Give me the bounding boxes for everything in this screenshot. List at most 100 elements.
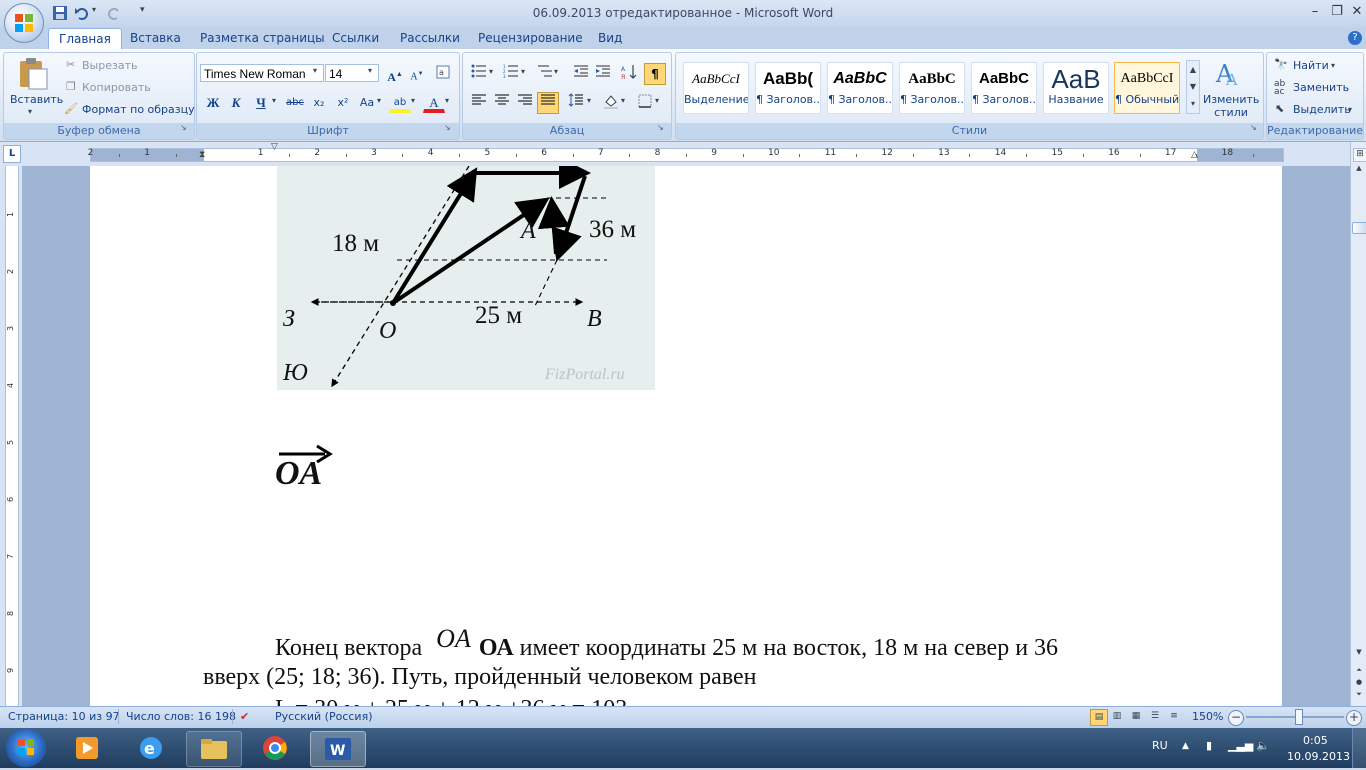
taskbar-chrome[interactable] xyxy=(248,731,302,765)
highlight-button[interactable]: ab xyxy=(389,92,411,113)
paste-button[interactable]: Вставить xyxy=(10,93,63,106)
multilevel-dropdown-icon[interactable]: ▾ xyxy=(554,67,558,76)
show-hidden-icons-icon[interactable]: ▲ xyxy=(1182,741,1189,751)
numbering-dropdown-icon[interactable]: ▾ xyxy=(521,67,525,76)
full-screen-reading-icon[interactable]: ▥ xyxy=(1109,709,1125,724)
vertical-ruler-strip[interactable]: 12345678910 xyxy=(5,166,19,733)
taskbar-word[interactable]: W xyxy=(310,731,366,767)
bullets-icon[interactable] xyxy=(468,63,490,85)
change-styles-icon[interactable]: AA xyxy=(1214,58,1246,89)
help-icon[interactable]: ? xyxy=(1348,31,1362,45)
select-button[interactable]: Выделить xyxy=(1293,103,1351,116)
grow-font-button[interactable]: A▲ xyxy=(384,63,406,85)
tab-references[interactable]: Ссылки xyxy=(332,31,379,47)
font-color-dropdown-icon[interactable]: ▾ xyxy=(445,96,449,105)
style-tile-heading2[interactable]: AaBbC ¶ Заголов... xyxy=(827,62,893,114)
font-name-dropdown-icon[interactable]: ▾ xyxy=(313,66,317,75)
line-spacing-dropdown-icon[interactable]: ▾ xyxy=(587,96,591,105)
align-center-icon[interactable] xyxy=(491,92,513,114)
language-bar[interactable]: RU xyxy=(1152,739,1168,752)
first-line-indent-marker-icon[interactable]: ▽ xyxy=(271,142,278,152)
zoom-in-icon[interactable]: + xyxy=(1346,710,1362,726)
highlight-dropdown-icon[interactable]: ▾ xyxy=(411,96,415,105)
multilevel-list-icon[interactable] xyxy=(534,63,556,85)
zoom-slider-thumb[interactable] xyxy=(1295,709,1303,725)
align-left-icon[interactable] xyxy=(468,92,490,114)
style-tile-heading3[interactable]: AaBbC ¶ Заголов... xyxy=(899,62,965,114)
page-indicator[interactable]: Страница: 10 из 97 xyxy=(8,710,120,723)
styles-gallery-scroll[interactable]: ▲ ▼ ▾ xyxy=(1186,60,1200,114)
vector-oa-equation[interactable]: OA xyxy=(275,443,335,493)
superscript-button[interactable]: x² xyxy=(332,92,354,114)
font-size-dropdown-icon[interactable]: ▾ xyxy=(368,66,372,75)
zoom-level[interactable]: 150% xyxy=(1192,710,1223,723)
show-marks-button[interactable]: ¶ xyxy=(644,63,666,85)
language-indicator[interactable]: Русский (Россия) xyxy=(275,710,373,723)
scroll-down-icon[interactable]: ▼ xyxy=(1353,648,1365,658)
zoom-out-icon[interactable]: − xyxy=(1228,710,1244,726)
style-tile-emphasis[interactable]: AaBbCcI Выделение xyxy=(683,62,749,114)
underline-button[interactable]: Ч xyxy=(250,92,272,114)
justify-icon[interactable] xyxy=(537,92,559,114)
battery-icon[interactable]: ▮ xyxy=(1206,739,1212,752)
paragraph-launcher-icon[interactable]: ↘ xyxy=(657,123,664,132)
volume-icon[interactable]: 🔈 xyxy=(1256,739,1270,752)
taskbar-internet-explorer[interactable]: e xyxy=(124,731,178,765)
next-page-icon[interactable]: ⏷ xyxy=(1353,690,1365,700)
copy-button[interactable]: Копировать xyxy=(82,81,151,94)
change-case-dropdown-icon[interactable]: ▾ xyxy=(377,96,381,105)
ruler-toggle-icon[interactable]: ⊞ xyxy=(1353,148,1366,162)
clipboard-launcher-icon[interactable]: ↘ xyxy=(180,123,187,132)
find-dropdown-icon[interactable]: ▾ xyxy=(1331,61,1335,70)
borders-dropdown-icon[interactable]: ▾ xyxy=(655,96,659,105)
tab-mailings[interactable]: Рассылки xyxy=(400,31,460,47)
select-dropdown-icon[interactable]: ▾ xyxy=(1348,105,1352,114)
font-launcher-icon[interactable]: ↘ xyxy=(444,123,451,132)
shading-dropdown-icon[interactable]: ▾ xyxy=(621,96,625,105)
previous-page-icon[interactable]: ⏶ xyxy=(1353,666,1365,676)
cut-button[interactable]: Вырезать xyxy=(82,59,137,72)
proofing-icon[interactable]: ✔ xyxy=(240,710,249,723)
numbering-icon[interactable]: 123 xyxy=(500,63,522,85)
document-page[interactable] xyxy=(90,166,1282,706)
close-button[interactable]: ✕ xyxy=(1344,2,1366,22)
font-name-combo[interactable]: Times New Roman xyxy=(200,64,324,82)
copy-icon[interactable]: ❐ xyxy=(66,80,76,93)
style-tile-heading1[interactable]: AaBb( ¶ Заголов... xyxy=(755,62,821,114)
style-tile-title[interactable]: AaB Название xyxy=(1043,62,1109,114)
shading-icon[interactable] xyxy=(600,92,622,114)
tab-page-layout[interactable]: Разметка страницы xyxy=(200,31,325,47)
underline-dropdown-icon[interactable]: ▾ xyxy=(272,96,276,105)
align-right-icon[interactable] xyxy=(514,92,536,114)
browse-object-icon[interactable]: ● xyxy=(1353,678,1365,688)
tab-view[interactable]: Вид xyxy=(598,31,622,47)
clock-time[interactable]: 0:05 xyxy=(1303,734,1328,747)
ruler-strip[interactable]: 2 1 1 2 3 4 5 6 7 8 9 10 11 12 13 14 15 16 17 18 xyxy=(88,148,1284,162)
find-icon[interactable]: 🔭 xyxy=(1274,58,1288,71)
shrink-font-button[interactable]: A▼ xyxy=(406,63,428,85)
select-icon[interactable]: ⬉ xyxy=(1275,102,1284,115)
taskbar-media-player[interactable] xyxy=(60,731,114,765)
tab-home[interactable]: Главная xyxy=(48,28,122,50)
print-layout-icon[interactable]: ▤ xyxy=(1090,709,1108,726)
change-styles-button[interactable]: Изменить стили xyxy=(1203,93,1259,119)
web-layout-icon[interactable]: ▦ xyxy=(1128,709,1144,724)
outline-icon[interactable]: ☰ xyxy=(1147,709,1163,724)
tab-review[interactable]: Рецензирование xyxy=(478,31,583,47)
subscript-button[interactable]: x₂ xyxy=(308,92,330,114)
right-indent-marker-icon[interactable]: △ xyxy=(1191,150,1198,160)
replace-button[interactable]: Заменить xyxy=(1293,81,1349,94)
styles-launcher-icon[interactable]: ↘ xyxy=(1250,123,1257,132)
sort-icon[interactable]: АЯ xyxy=(618,63,640,85)
style-tile-normal[interactable]: AaBbCcI ¶ Обычный xyxy=(1114,62,1180,114)
start-button[interactable] xyxy=(6,729,46,767)
left-indent-marker-icon[interactable]: ⧗ xyxy=(199,150,205,160)
format-painter-icon[interactable]: 🖌 xyxy=(64,102,78,115)
line-spacing-icon[interactable] xyxy=(565,92,587,114)
replace-icon[interactable]: ab ac xyxy=(1274,80,1285,97)
scroll-up-icon[interactable]: ▲ xyxy=(1353,164,1365,174)
network-icon[interactable]: ▁▃▅ xyxy=(1228,739,1253,752)
format-painter-button[interactable]: Формат по образцу xyxy=(82,103,195,116)
style-tile-heading4[interactable]: AaBbC ¶ Заголов... xyxy=(971,62,1037,114)
bold-button[interactable]: Ж xyxy=(202,92,224,114)
